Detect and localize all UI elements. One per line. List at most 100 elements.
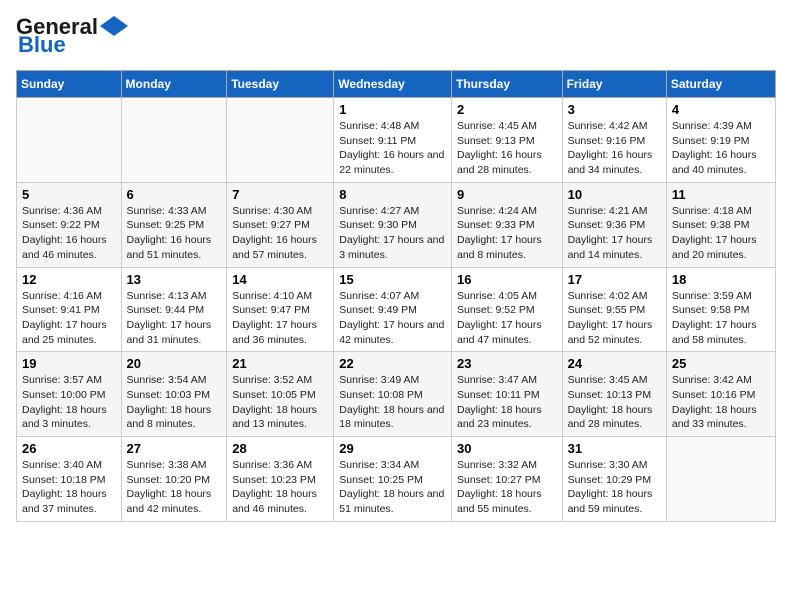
calendar-cell: 12 Sunrise: 4:16 AM Sunset: 9:41 PM Dayli… bbox=[17, 267, 122, 352]
day-info: Sunrise: 4:02 AM Sunset: 9:55 PM Dayligh… bbox=[568, 289, 661, 348]
calendar-week-row: 1 Sunrise: 4:48 AM Sunset: 9:11 PM Daylig… bbox=[17, 98, 776, 183]
day-number: 5 bbox=[22, 187, 116, 202]
day-info: Sunrise: 3:30 AM Sunset: 10:29 PM Daylig… bbox=[568, 458, 661, 517]
calendar-cell: 31 Sunrise: 3:30 AM Sunset: 10:29 PM Dayl… bbox=[562, 437, 666, 522]
calendar-cell: 24 Sunrise: 3:45 AM Sunset: 10:13 PM Dayl… bbox=[562, 352, 666, 437]
calendar-cell: 29 Sunrise: 3:34 AM Sunset: 10:25 PM Dayl… bbox=[334, 437, 452, 522]
day-info: Sunrise: 4:24 AM Sunset: 9:33 PM Dayligh… bbox=[457, 204, 557, 263]
calendar-cell: 1 Sunrise: 4:48 AM Sunset: 9:11 PM Daylig… bbox=[334, 98, 452, 183]
day-info: Sunrise: 4:16 AM Sunset: 9:41 PM Dayligh… bbox=[22, 289, 116, 348]
day-number: 20 bbox=[127, 356, 222, 371]
day-number: 12 bbox=[22, 272, 116, 287]
calendar-cell: 3Sunrise: 4:42 AM Sunset: 9:16 PM Daylig… bbox=[562, 98, 666, 183]
calendar-week-row: 26 Sunrise: 3:40 AM Sunset: 10:18 PM Dayl… bbox=[17, 437, 776, 522]
day-number: 26 bbox=[22, 441, 116, 456]
day-info: Sunrise: 3:57 AM Sunset: 10:00 PM Daylig… bbox=[22, 373, 116, 432]
day-number: 30 bbox=[457, 441, 557, 456]
day-info: Sunrise: 3:52 AM Sunset: 10:05 PM Daylig… bbox=[232, 373, 328, 432]
day-number: 2 bbox=[457, 102, 557, 117]
col-header-monday: Monday bbox=[121, 71, 227, 98]
logo-blue: Blue bbox=[18, 32, 66, 58]
day-info: Sunrise: 3:59 AM Sunset: 9:58 PM Dayligh… bbox=[672, 289, 770, 348]
day-info: Sunrise: 4:30 AM Sunset: 9:27 PM Dayligh… bbox=[232, 204, 328, 263]
day-number: 7 bbox=[232, 187, 328, 202]
col-header-wednesday: Wednesday bbox=[334, 71, 452, 98]
calendar-cell bbox=[666, 437, 775, 522]
col-header-sunday: Sunday bbox=[17, 71, 122, 98]
calendar-cell: 5 Sunrise: 4:36 AM Sunset: 9:22 PM Daylig… bbox=[17, 182, 122, 267]
calendar-cell: 19 Sunrise: 3:57 AM Sunset: 10:00 PM Dayl… bbox=[17, 352, 122, 437]
day-info: Sunrise: 3:36 AM Sunset: 10:23 PM Daylig… bbox=[232, 458, 328, 517]
day-number: 6 bbox=[127, 187, 222, 202]
calendar-cell: 15 Sunrise: 4:07 AM Sunset: 9:49 PM Dayli… bbox=[334, 267, 452, 352]
day-number: 10 bbox=[568, 187, 661, 202]
day-info: Sunrise: 3:47 AM Sunset: 10:11 PM Daylig… bbox=[457, 373, 557, 432]
day-number: 21 bbox=[232, 356, 328, 371]
day-info: Sunrise: 4:33 AM Sunset: 9:25 PM Dayligh… bbox=[127, 204, 222, 263]
calendar-cell: 27 Sunrise: 3:38 AM Sunset: 10:20 PM Dayl… bbox=[121, 437, 227, 522]
calendar-table: SundayMondayTuesdayWednesdayThursdayFrid… bbox=[16, 70, 776, 522]
day-info: Sunrise: 4:27 AM Sunset: 9:30 PM Dayligh… bbox=[339, 204, 446, 263]
logo-arrow-icon bbox=[100, 16, 128, 36]
day-info: Sunrise: 4:36 AM Sunset: 9:22 PM Dayligh… bbox=[22, 204, 116, 263]
day-number: 13 bbox=[127, 272, 222, 287]
day-info: Sunrise: 4:07 AM Sunset: 9:49 PM Dayligh… bbox=[339, 289, 446, 348]
calendar-cell: 18 Sunrise: 3:59 AM Sunset: 9:58 PM Dayli… bbox=[666, 267, 775, 352]
day-info: Sunrise: 4:13 AM Sunset: 9:44 PM Dayligh… bbox=[127, 289, 222, 348]
day-info: Sunrise: 3:34 AM Sunset: 10:25 PM Daylig… bbox=[339, 458, 446, 517]
calendar-week-row: 5 Sunrise: 4:36 AM Sunset: 9:22 PM Daylig… bbox=[17, 182, 776, 267]
day-info: Sunrise: 3:45 AM Sunset: 10:13 PM Daylig… bbox=[568, 373, 661, 432]
day-number: 24 bbox=[568, 356, 661, 371]
logo: General Blue bbox=[16, 16, 128, 58]
day-info: Sunrise: 4:45 AM Sunset: 9:13 PM Dayligh… bbox=[457, 119, 557, 178]
day-info: Sunrise: 4:48 AM Sunset: 9:11 PM Dayligh… bbox=[339, 119, 446, 178]
calendar-cell: 14Sunrise: 4:10 AM Sunset: 9:47 PM Dayli… bbox=[227, 267, 334, 352]
day-number: 15 bbox=[339, 272, 446, 287]
calendar-cell: 6 Sunrise: 4:33 AM Sunset: 9:25 PM Daylig… bbox=[121, 182, 227, 267]
day-info: Sunrise: 3:32 AM Sunset: 10:27 PM Daylig… bbox=[457, 458, 557, 517]
day-number: 9 bbox=[457, 187, 557, 202]
calendar-cell: 30 Sunrise: 3:32 AM Sunset: 10:27 PM Dayl… bbox=[451, 437, 562, 522]
day-info: Sunrise: 3:49 AM Sunset: 10:08 PM Daylig… bbox=[339, 373, 446, 432]
calendar-week-row: 12 Sunrise: 4:16 AM Sunset: 9:41 PM Dayli… bbox=[17, 267, 776, 352]
day-info: Sunrise: 3:38 AM Sunset: 10:20 PM Daylig… bbox=[127, 458, 222, 517]
calendar-cell: 22 Sunrise: 3:49 AM Sunset: 10:08 PM Dayl… bbox=[334, 352, 452, 437]
day-number: 11 bbox=[672, 187, 770, 202]
calendar-cell bbox=[121, 98, 227, 183]
day-number: 19 bbox=[22, 356, 116, 371]
day-number: 27 bbox=[127, 441, 222, 456]
calendar-cell bbox=[17, 98, 122, 183]
col-header-tuesday: Tuesday bbox=[227, 71, 334, 98]
day-info: Sunrise: 4:05 AM Sunset: 9:52 PM Dayligh… bbox=[457, 289, 557, 348]
day-number: 22 bbox=[339, 356, 446, 371]
calendar-cell bbox=[227, 98, 334, 183]
calendar-cell: 2 Sunrise: 4:45 AM Sunset: 9:13 PM Daylig… bbox=[451, 98, 562, 183]
day-number: 1 bbox=[339, 102, 446, 117]
calendar-cell: 8 Sunrise: 4:27 AM Sunset: 9:30 PM Daylig… bbox=[334, 182, 452, 267]
col-header-friday: Friday bbox=[562, 71, 666, 98]
day-info: Sunrise: 4:18 AM Sunset: 9:38 PM Dayligh… bbox=[672, 204, 770, 263]
calendar-header-row: SundayMondayTuesdayWednesdayThursdayFrid… bbox=[17, 71, 776, 98]
day-info: Sunrise: 4:10 AM Sunset: 9:47 PM Dayligh… bbox=[232, 289, 328, 348]
calendar-week-row: 19 Sunrise: 3:57 AM Sunset: 10:00 PM Dayl… bbox=[17, 352, 776, 437]
day-info: Sunrise: 4:42 AM Sunset: 9:16 PM Dayligh… bbox=[568, 119, 661, 178]
col-header-thursday: Thursday bbox=[451, 71, 562, 98]
day-number: 16 bbox=[457, 272, 557, 287]
day-info: Sunrise: 3:40 AM Sunset: 10:18 PM Daylig… bbox=[22, 458, 116, 517]
col-header-saturday: Saturday bbox=[666, 71, 775, 98]
calendar-cell: 23 Sunrise: 3:47 AM Sunset: 10:11 PM Dayl… bbox=[451, 352, 562, 437]
calendar-cell: 20 Sunrise: 3:54 AM Sunset: 10:03 PM Dayl… bbox=[121, 352, 227, 437]
day-info: Sunrise: 3:54 AM Sunset: 10:03 PM Daylig… bbox=[127, 373, 222, 432]
calendar-cell: 16 Sunrise: 4:05 AM Sunset: 9:52 PM Dayli… bbox=[451, 267, 562, 352]
calendar-cell: 28 Sunrise: 3:36 AM Sunset: 10:23 PM Dayl… bbox=[227, 437, 334, 522]
day-number: 23 bbox=[457, 356, 557, 371]
calendar-cell: 13 Sunrise: 4:13 AM Sunset: 9:44 PM Dayli… bbox=[121, 267, 227, 352]
day-number: 18 bbox=[672, 272, 770, 287]
day-number: 8 bbox=[339, 187, 446, 202]
calendar-cell: 17Sunrise: 4:02 AM Sunset: 9:55 PM Dayli… bbox=[562, 267, 666, 352]
day-number: 31 bbox=[568, 441, 661, 456]
calendar-cell: 4Sunrise: 4:39 AM Sunset: 9:19 PM Daylig… bbox=[666, 98, 775, 183]
calendar-cell: 7 Sunrise: 4:30 AM Sunset: 9:27 PM Daylig… bbox=[227, 182, 334, 267]
day-number: 28 bbox=[232, 441, 328, 456]
day-number: 29 bbox=[339, 441, 446, 456]
